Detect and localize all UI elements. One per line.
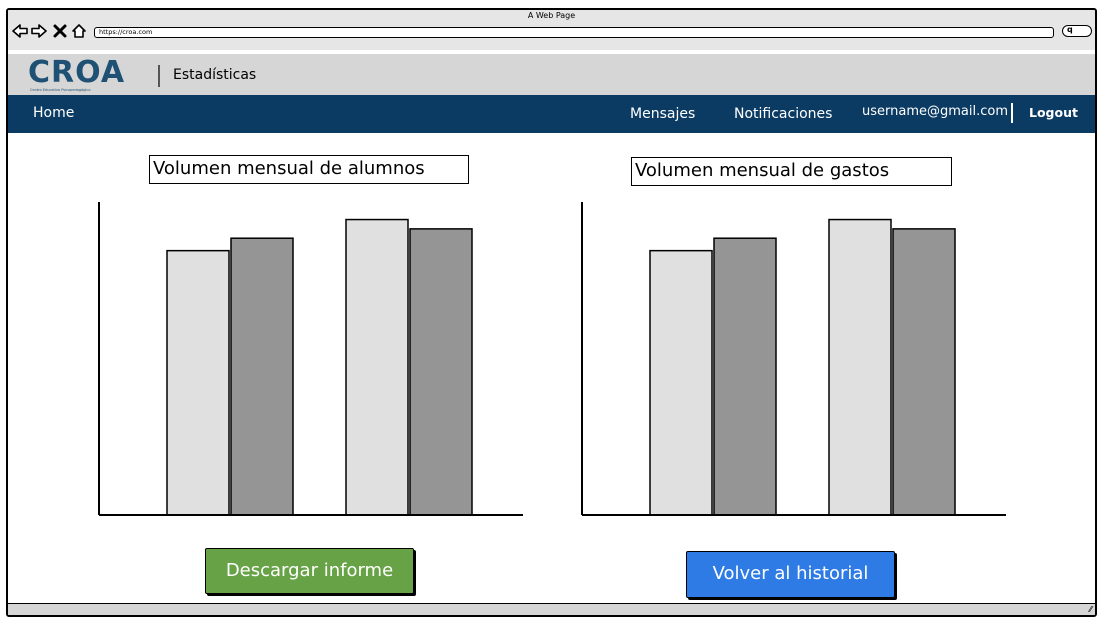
page-title: Estadísticas: [173, 67, 257, 83]
home-icon[interactable]: [71, 23, 87, 39]
logout-link[interactable]: Logout: [1029, 105, 1078, 120]
user-email[interactable]: username@gmail.com: [862, 104, 1008, 119]
header-divider: [158, 65, 160, 87]
status-bar: ⁄⁄: [8, 603, 1095, 615]
browser-chrome: A Web Page https://croa.com q: [8, 10, 1095, 50]
nav-mensajes-link[interactable]: Mensajes: [630, 106, 695, 122]
search-icon: q: [1067, 25, 1073, 34]
bar-group-1-bar-1: [166, 249, 230, 516]
bar-group-2-bar-2: [409, 228, 473, 516]
bar-group-1-bar-2: [230, 237, 294, 516]
back-arrow-icon[interactable]: [12, 23, 28, 39]
bar-group-2-bar-2: [892, 228, 956, 516]
bar-group-2-bar-1: [345, 218, 409, 516]
window-title: A Web Page: [527, 11, 576, 20]
chart-alumnos: [98, 202, 523, 516]
nav-notificaciones-link[interactable]: Notificaciones: [734, 106, 832, 122]
logo-subtitle: Centro Educativo Psicopedagógico: [30, 88, 91, 92]
address-bar[interactable]: https://croa.com: [94, 27, 1054, 38]
browser-search-button[interactable]: q: [1062, 25, 1092, 37]
close-icon[interactable]: [52, 23, 68, 39]
croa-logo[interactable]: CROA Centro Educativo Psicopedagógico: [28, 55, 148, 94]
chart-title-gastos: Volumen mensual de gastos: [631, 157, 952, 186]
back-to-history-button[interactable]: Volver al historial: [686, 551, 895, 598]
logo-wordmark: CROA: [28, 55, 126, 90]
bar-group-1-bar-1: [649, 249, 713, 516]
bar-group-2-bar-1: [828, 218, 892, 516]
site-header: CROA Centro Educativo Psicopedagógico Es…: [8, 54, 1095, 95]
resize-grip-icon[interactable]: ⁄⁄: [1089, 606, 1092, 614]
nav-home-link[interactable]: Home: [33, 105, 74, 121]
chart-title-alumnos: Volumen mensual de alumnos: [149, 155, 469, 184]
main-navbar: Home Mensajes Notificaciones username@gm…: [8, 95, 1095, 133]
download-report-button[interactable]: Descargar informe: [205, 548, 414, 594]
forward-arrow-icon[interactable]: [31, 23, 47, 39]
bar-group-1-bar-2: [713, 237, 777, 516]
browser-window: A Web Page https://croa.com q CROA Centr…: [6, 8, 1097, 617]
nav-divider: [1011, 103, 1013, 123]
chart-gastos: [581, 202, 1006, 516]
